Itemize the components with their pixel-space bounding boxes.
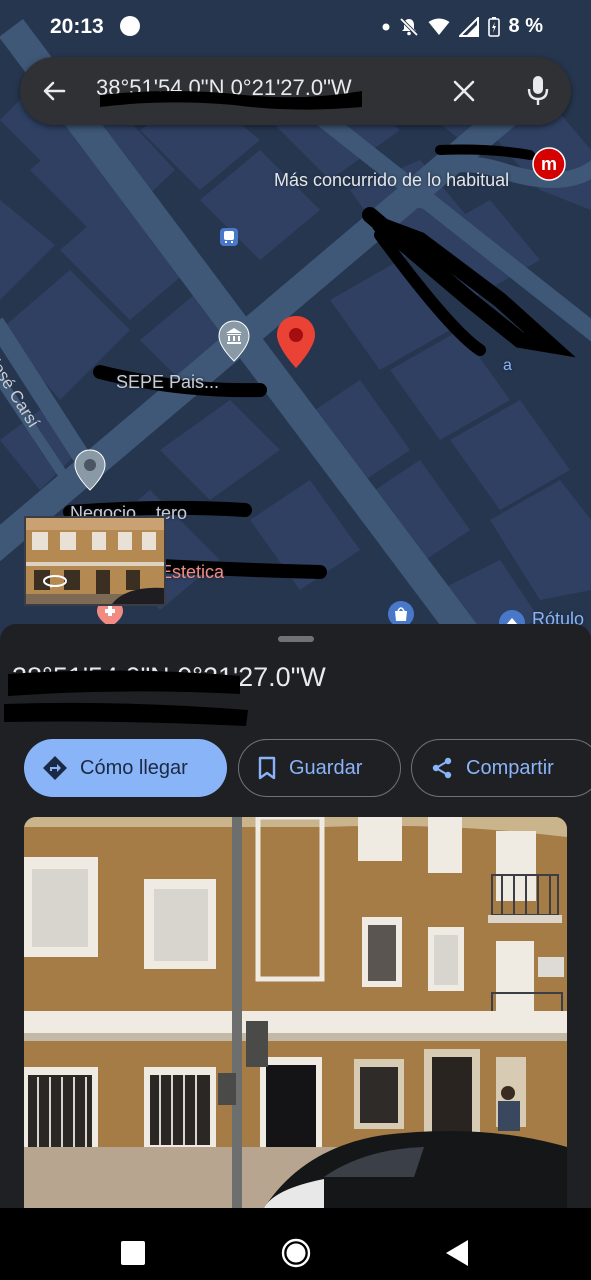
status-bar: 20:13 8 % (0, 0, 591, 56)
wifi-icon (428, 18, 450, 35)
share-icon (432, 757, 452, 779)
partial-map-label: a (503, 357, 512, 374)
search-bar[interactable]: 38°51'54.0"N 0°21'27.0"W (20, 57, 571, 125)
close-icon[interactable] (452, 79, 476, 103)
place-sheet[interactable]: 38°51'54.0"N 0°21'27.0"W Cómo llegar Gua… (0, 624, 591, 1208)
bell-off-icon (399, 17, 418, 36)
save-button[interactable]: Guardar (238, 739, 401, 797)
search-redaction (100, 91, 362, 110)
directions-icon (43, 756, 67, 780)
street-view-photo[interactable] (24, 817, 567, 1208)
metro-icon[interactable]: m (532, 147, 566, 181)
share-button[interactable]: Compartir (411, 739, 591, 797)
back-button[interactable] (444, 1238, 470, 1268)
svg-text:m: m (541, 154, 557, 174)
museum-pin-icon[interactable] (217, 319, 251, 363)
status-time: 20:13 (50, 15, 104, 38)
street-view-icon (43, 575, 67, 588)
share-label: Compartir (466, 756, 554, 779)
bus-stop-icon[interactable] (219, 227, 239, 247)
battery-percent: 8 % (508, 15, 543, 37)
estetica-label[interactable]: Estetica (160, 562, 224, 583)
status-icons: 8 % (382, 15, 543, 38)
battery-icon (487, 16, 500, 37)
save-label: Guardar (289, 756, 363, 779)
small-dot-icon (382, 23, 390, 30)
home-button[interactable] (281, 1238, 311, 1268)
sepe-label[interactable]: SEPE Pais... (116, 372, 219, 393)
arrow-back-icon[interactable] (40, 77, 68, 105)
recents-button[interactable] (120, 1240, 146, 1266)
place-pin-icon[interactable] (73, 448, 107, 492)
signal-icon (458, 16, 479, 37)
mic-icon[interactable] (526, 75, 550, 107)
directions-button[interactable]: Cómo llegar (24, 739, 227, 797)
coords-redaction (4, 670, 248, 726)
directions-label: Cómo llegar (80, 756, 188, 779)
busy-place-label: Más concurrido de lo habitual (274, 170, 510, 190)
navigation-bar (0, 1208, 591, 1280)
drag-handle[interactable] (278, 636, 314, 642)
notification-dot-icon (120, 16, 140, 36)
street-view-thumbnail[interactable] (24, 516, 166, 606)
bookmark-icon (258, 756, 276, 780)
location-pin-icon[interactable] (275, 314, 317, 370)
